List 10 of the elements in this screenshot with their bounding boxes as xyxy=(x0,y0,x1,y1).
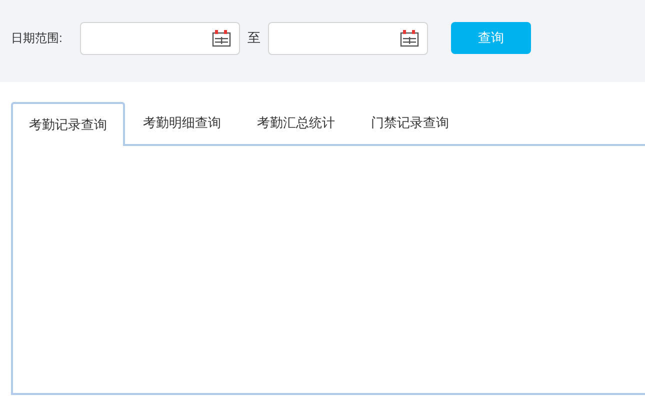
date-field[interactable] xyxy=(268,22,428,54)
calendar-icon[interactable] xyxy=(212,30,231,46)
separator-text: 至 xyxy=(246,29,262,48)
tab[interactable]: 考勤汇总统计 xyxy=(239,102,353,144)
tab[interactable]: 考勤记录查询 xyxy=(11,102,125,146)
tab[interactable]: 考勤明细查询 xyxy=(125,102,239,144)
date-field[interactable] xyxy=(80,22,240,54)
tab[interactable]: 门禁记录查询 xyxy=(353,102,467,144)
date-range-label: 日期范围: xyxy=(11,30,64,47)
calendar-icon[interactable] xyxy=(400,30,419,46)
